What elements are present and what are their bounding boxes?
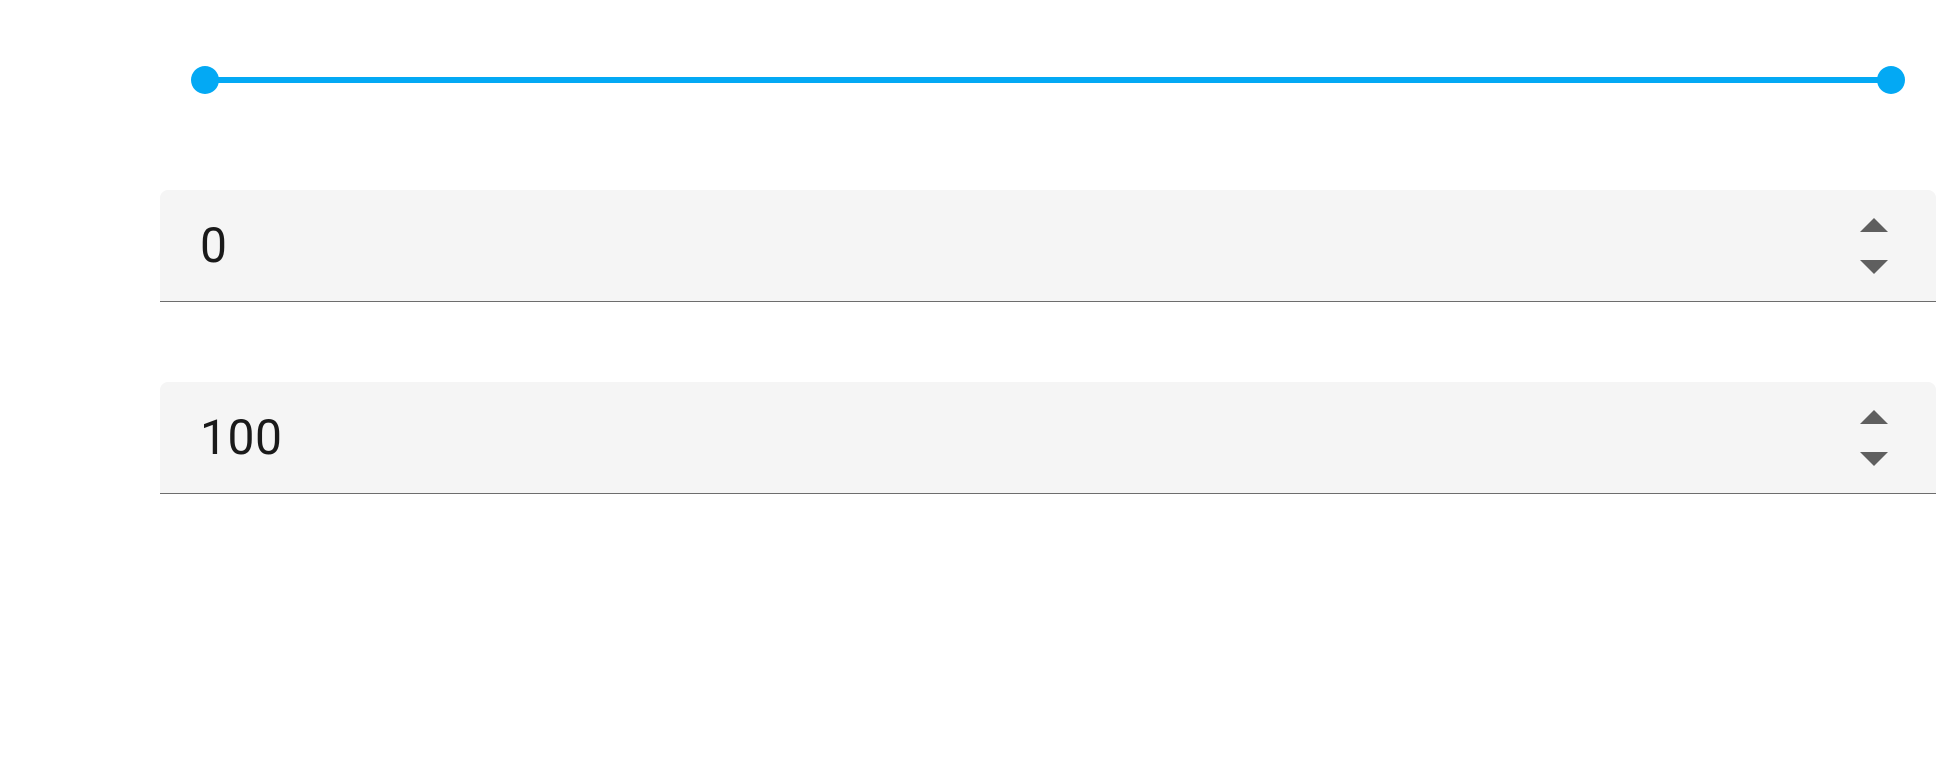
min-value-stepper bbox=[1860, 218, 1896, 274]
caret-up-icon[interactable] bbox=[1860, 410, 1888, 424]
caret-down-icon[interactable] bbox=[1860, 260, 1888, 274]
range-control-container: 0 100 bbox=[160, 60, 1936, 574]
range-slider[interactable] bbox=[205, 60, 1891, 100]
slider-track bbox=[205, 77, 1891, 83]
caret-down-icon[interactable] bbox=[1860, 452, 1888, 466]
min-value-field[interactable]: 0 bbox=[160, 190, 1936, 302]
slider-thumb-max[interactable] bbox=[1877, 66, 1905, 94]
max-value-stepper bbox=[1860, 410, 1896, 466]
max-value-input[interactable]: 100 bbox=[200, 409, 1860, 466]
slider-thumb-min[interactable] bbox=[191, 66, 219, 94]
max-value-field[interactable]: 100 bbox=[160, 382, 1936, 494]
min-value-input[interactable]: 0 bbox=[200, 217, 1860, 274]
caret-up-icon[interactable] bbox=[1860, 218, 1888, 232]
